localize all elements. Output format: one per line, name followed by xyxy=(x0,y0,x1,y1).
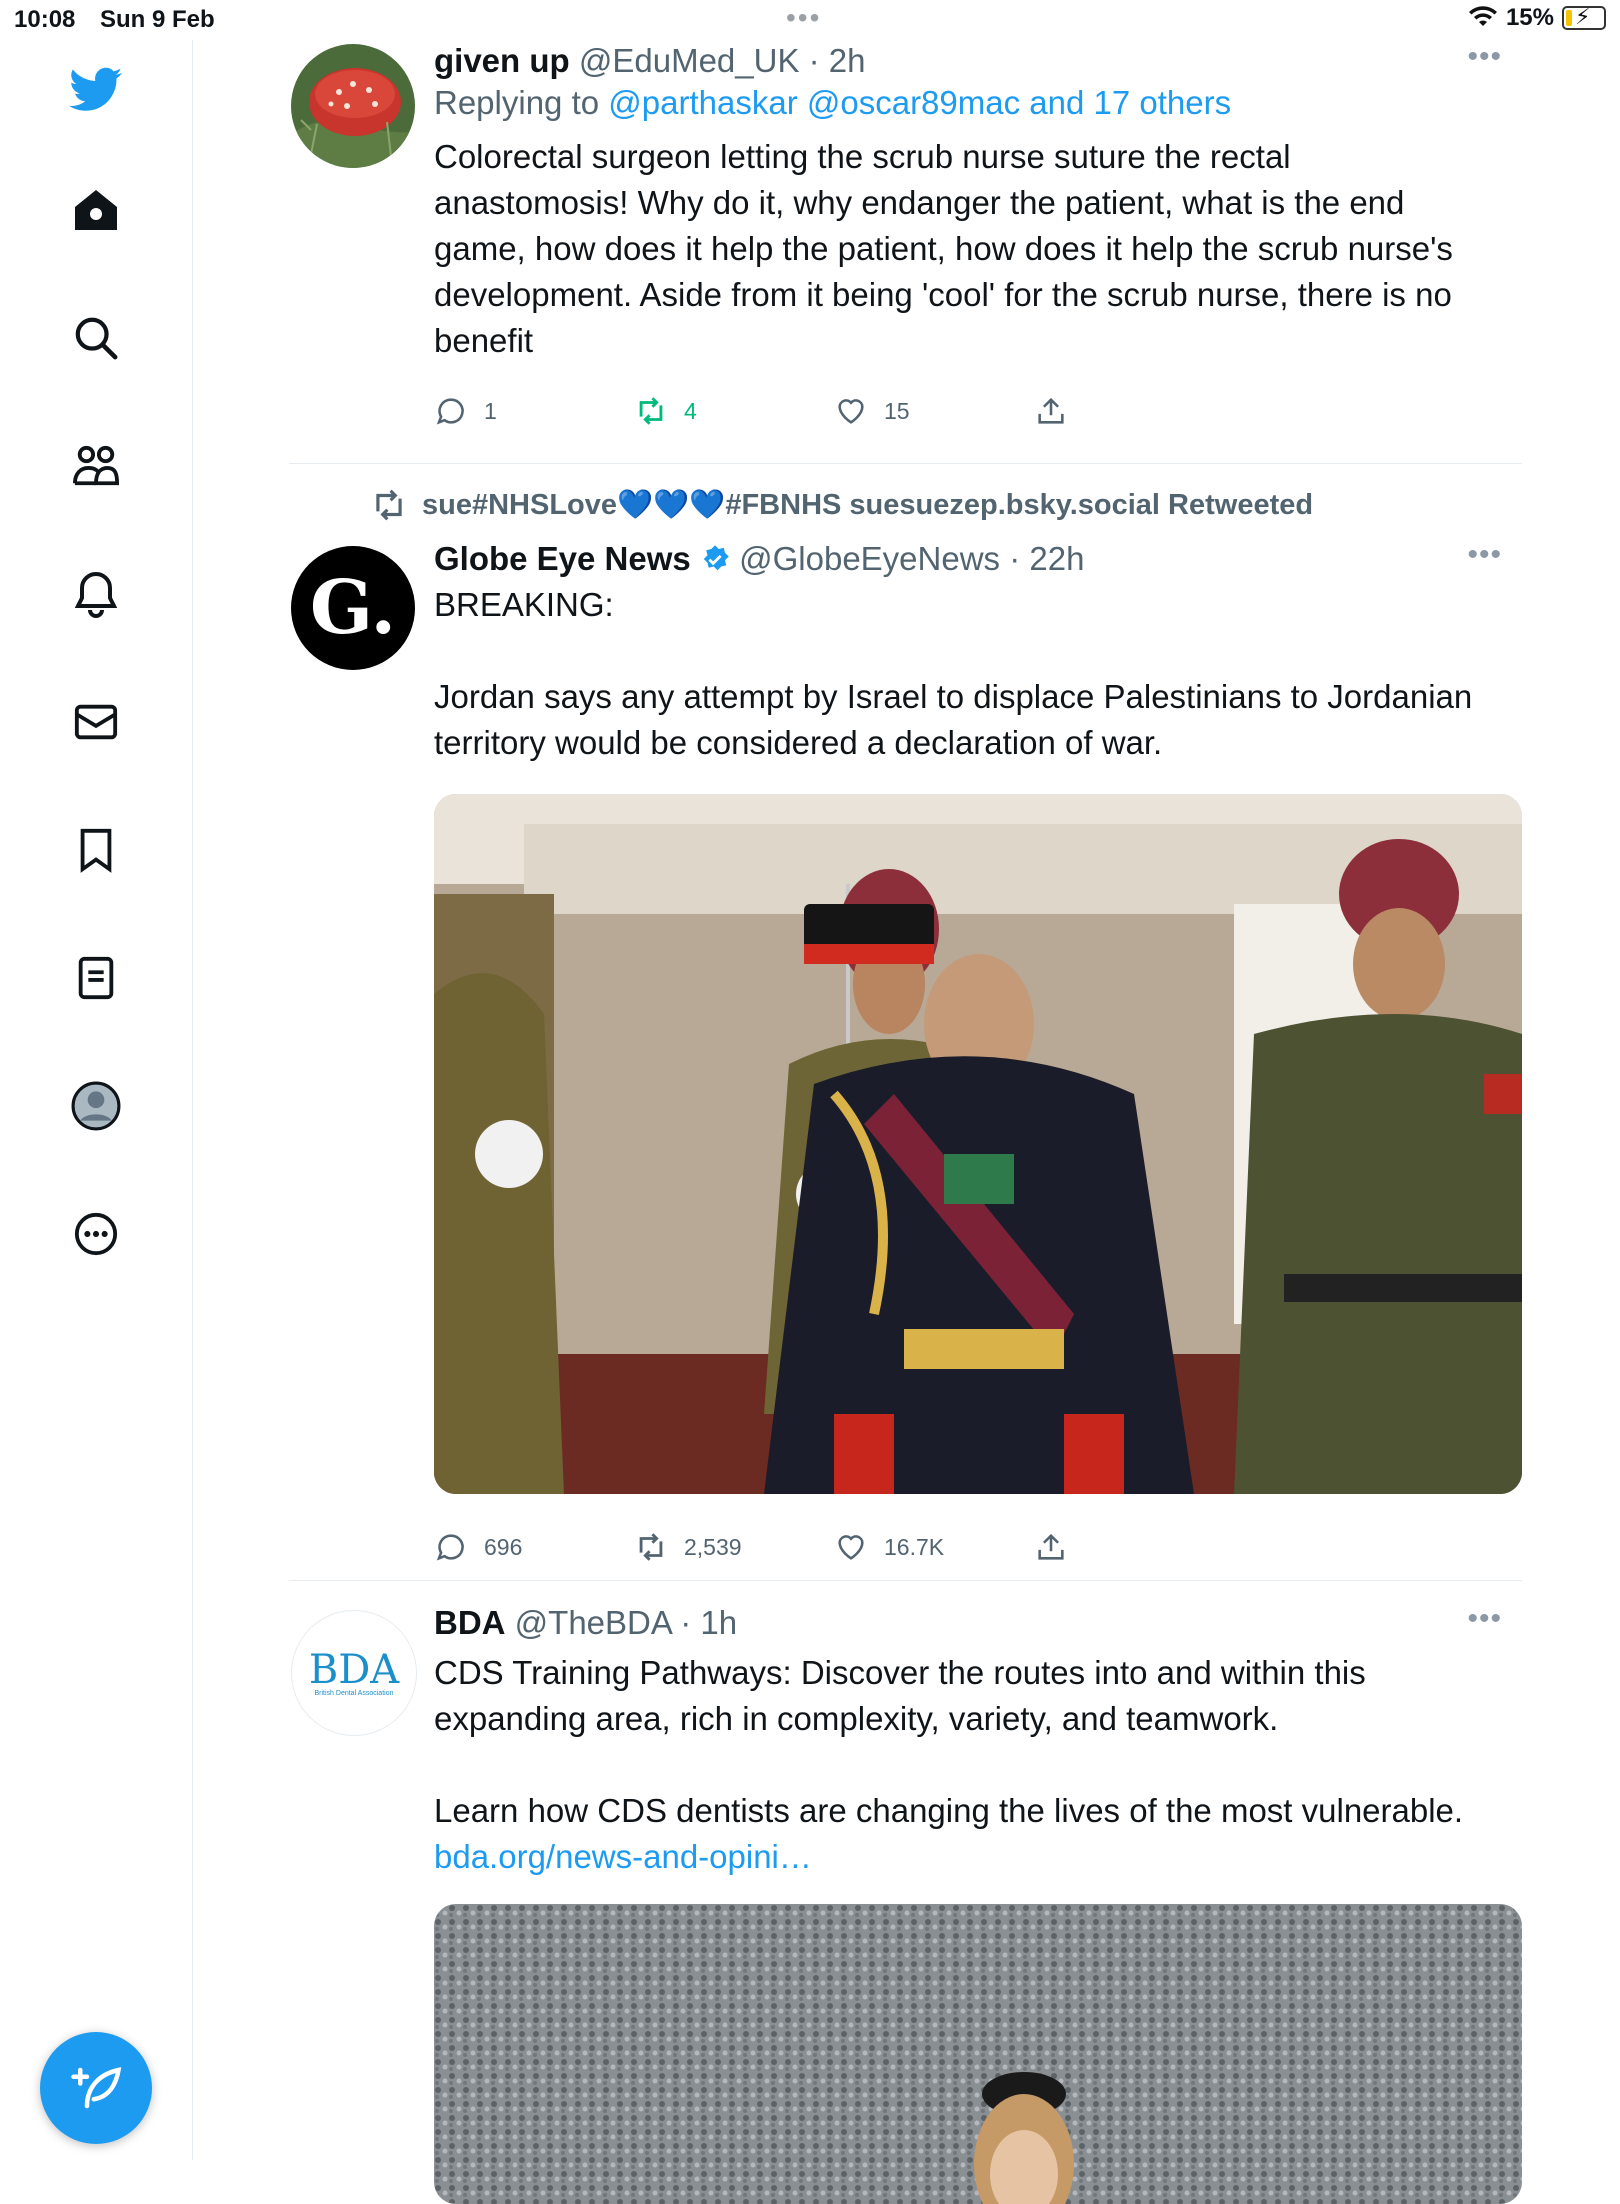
more-icon[interactable] xyxy=(60,1198,132,1270)
share-icon xyxy=(1038,397,1064,424)
reply-icon xyxy=(436,1534,464,1561)
tweet-time[interactable]: · 2h xyxy=(809,42,866,79)
retweet-button[interactable]: 4 xyxy=(634,394,697,428)
user-handle[interactable]: @TheBDA xyxy=(515,1604,671,1641)
tweet-image[interactable] xyxy=(434,1904,1522,2204)
avatar-letter: G. xyxy=(309,565,397,651)
tweet-globeeye[interactable]: sue#NHSLove💙💙💙#FBNHS suesuezep.bsky.soci… xyxy=(192,486,1522,1576)
tweet-text-line1: CDS Training Pathways: Discover the rout… xyxy=(434,1654,1375,1737)
tweet-link[interactable]: bda.org/news-and-opini… xyxy=(434,1834,1524,1880)
tweet-edumed[interactable]: given up @EduMed_UK · 2h Replying to @pa… xyxy=(192,40,1522,440)
tweet-image[interactable] xyxy=(434,794,1522,1494)
tweet-time[interactable]: · 22h xyxy=(1009,540,1084,577)
tweet-header: given up @EduMed_UK · 2h xyxy=(434,40,1524,82)
tweet-body: Globe Eye News @GlobeEyeNews · 22h BREAK… xyxy=(434,538,1524,766)
tweet-bda[interactable]: BDA British Dental Association BDA @TheB… xyxy=(192,1602,1524,2204)
reply-mentions-link[interactable]: @parthaskar @oscar89mac and 17 others xyxy=(608,84,1231,121)
lists-icon[interactable] xyxy=(60,942,132,1014)
communities-icon[interactable] xyxy=(60,430,132,502)
compose-button[interactable] xyxy=(40,2032,152,2144)
user-handle[interactable]: @GlobeEyeNews xyxy=(739,540,1000,577)
reply-count: 696 xyxy=(484,1533,523,1560)
tweet-actions: 1 4 15 xyxy=(434,394,1134,434)
tweet-time[interactable]: · 1h xyxy=(680,1604,737,1641)
bookmarks-icon[interactable] xyxy=(60,814,132,886)
avatar-logo-text: BDA xyxy=(308,1646,400,1693)
search-icon[interactable] xyxy=(60,302,132,374)
avatar[interactable]: BDA British Dental Association xyxy=(291,1610,417,1736)
verified-badge-icon xyxy=(703,545,729,571)
tweet-text-line1: BREAKING: xyxy=(434,586,614,623)
display-name[interactable]: given up xyxy=(434,42,570,79)
avatar[interactable] xyxy=(291,44,415,168)
retweet-icon xyxy=(639,1533,663,1561)
messages-icon[interactable] xyxy=(60,686,132,758)
divider xyxy=(289,463,1522,464)
retweeted-by-label[interactable]: sue#NHSLove💙💙💙#FBNHS suesuezep.bsky.soci… xyxy=(422,488,1313,522)
home-icon[interactable] xyxy=(60,174,132,246)
more-options-icon[interactable]: ••• xyxy=(1467,1602,1502,1636)
share-button[interactable] xyxy=(1034,1530,1068,1564)
notifications-icon[interactable] xyxy=(60,558,132,630)
user-handle[interactable]: @EduMed_UK xyxy=(579,42,800,79)
avatar-logo-sub: British Dental Association xyxy=(314,1689,394,1697)
status-time: 10:08 xyxy=(14,6,76,33)
divider xyxy=(289,1580,1522,1581)
tweet-body: BDA @TheBDA · 1h CDS Training Pathways: … xyxy=(434,1602,1524,1880)
reply-icon xyxy=(436,398,464,425)
display-name[interactable]: Globe Eye News xyxy=(434,540,691,577)
more-options-icon[interactable]: ••• xyxy=(1467,538,1502,572)
display-name[interactable]: BDA xyxy=(434,1604,506,1641)
tweet-header: Globe Eye News @GlobeEyeNews · 22h xyxy=(434,538,1524,580)
share-button[interactable] xyxy=(1034,394,1068,428)
reply-count: 1 xyxy=(484,397,497,424)
more-options-icon[interactable]: ••• xyxy=(1467,40,1502,74)
timeline: given up @EduMed_UK · 2h Replying to @pa… xyxy=(192,0,1524,2204)
profile-icon[interactable] xyxy=(60,1070,132,1142)
like-button[interactable]: 16.7K xyxy=(834,1530,944,1564)
share-icon xyxy=(1038,1533,1064,1560)
reply-button[interactable]: 696 xyxy=(434,1530,522,1564)
tweet-body: given up @EduMed_UK · 2h Replying to @pa… xyxy=(434,40,1524,364)
retweeted-by: sue#NHSLove💙💙💙#FBNHS suesuezep.bsky.soci… xyxy=(370,486,1313,524)
retweet-count: 2,539 xyxy=(684,1533,742,1560)
tweet-text-line2: Learn how CDS dentists are changing the … xyxy=(434,1792,1464,1829)
retweet-icon xyxy=(639,397,663,425)
tweet-header: BDA @TheBDA · 1h xyxy=(434,1602,1524,1644)
retweet-button[interactable]: 2,539 xyxy=(634,1530,742,1564)
tweet-text: Colorectal surgeon letting the scrub nur… xyxy=(434,138,1463,359)
reply-button[interactable]: 1 xyxy=(434,394,497,428)
retweet-icon xyxy=(376,489,402,521)
like-count: 15 xyxy=(884,397,910,424)
sidebar-nav xyxy=(0,40,193,2160)
like-button[interactable]: 15 xyxy=(834,394,910,428)
replying-to: Replying to @parthaskar @oscar89mac and … xyxy=(434,82,1524,124)
like-count: 16.7K xyxy=(884,1533,945,1560)
retweet-count: 4 xyxy=(684,397,697,424)
heart-icon xyxy=(838,399,864,424)
tweet-text-line2: Jordan says any attempt by Israel to dis… xyxy=(434,678,1482,761)
compose-icon xyxy=(71,2067,122,2109)
battery-icon: ⚡ xyxy=(1562,4,1606,30)
reply-prefix: Replying to xyxy=(434,84,600,121)
heart-icon xyxy=(838,1535,864,1560)
tweet-actions: 696 2,539 16.7K xyxy=(434,1530,1134,1570)
twitter-bird-icon[interactable] xyxy=(60,54,132,126)
avatar[interactable]: G. xyxy=(291,546,415,670)
